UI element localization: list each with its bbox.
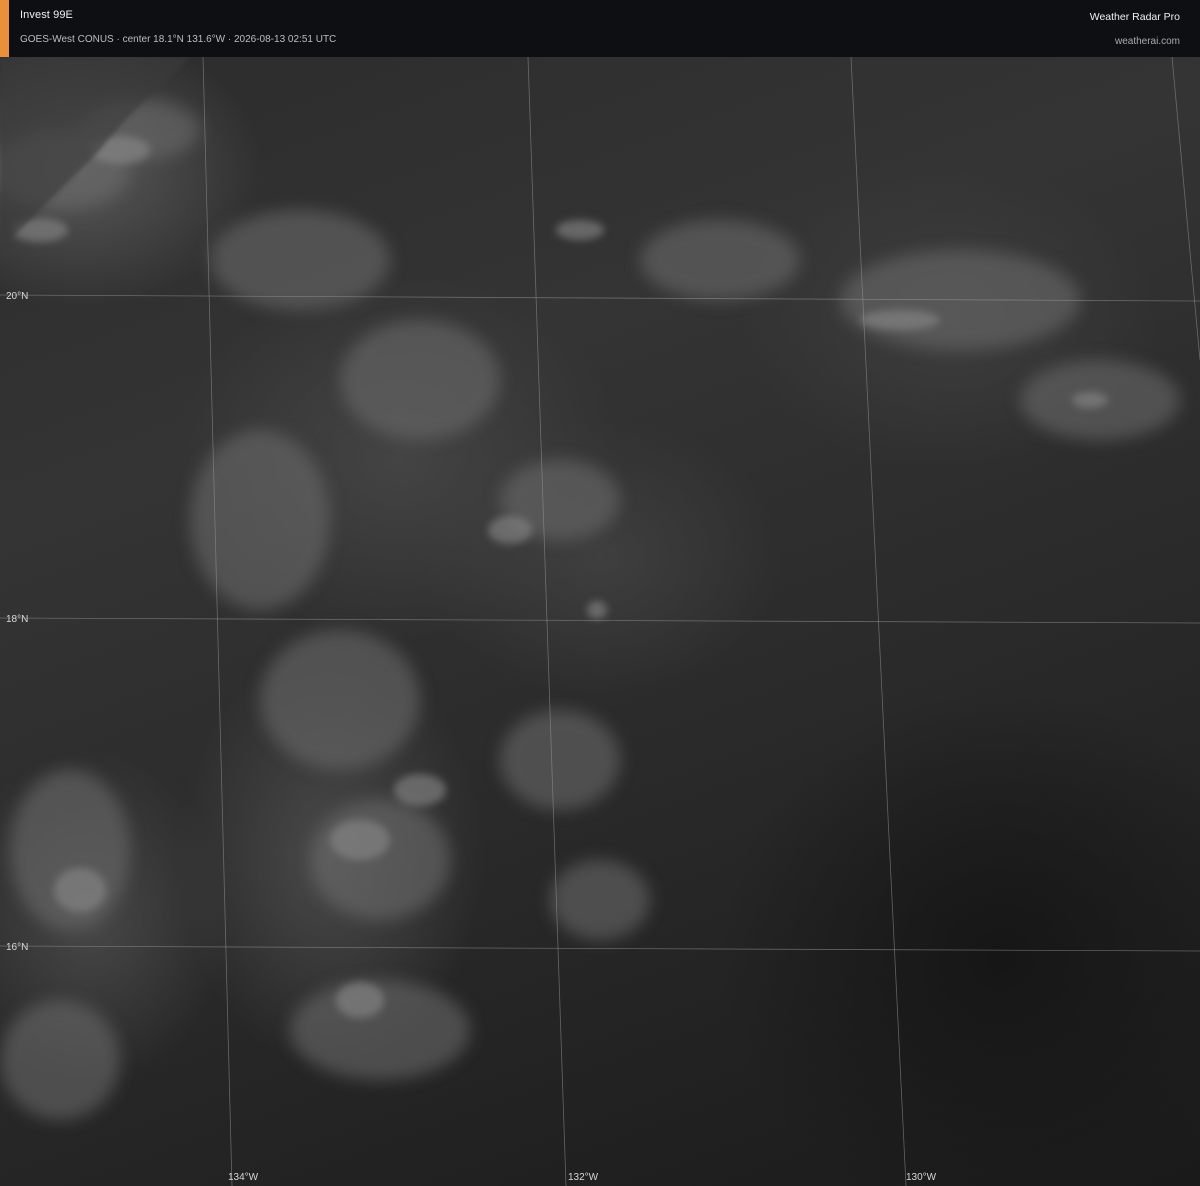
site-url-link[interactable]: weatherai.com (1115, 36, 1180, 47)
header-bar: Invest 99E GOES-West CONUS · center 18.1… (0, 0, 1200, 57)
satellite-viewer: 20°N 18°N 16°N 134°W 132°W 130°W Invest … (0, 0, 1200, 1186)
latitude-lines (0, 294, 1200, 952)
header-accent-stripe (0, 0, 9, 57)
cloud-texture (0, 57, 1180, 1120)
storm-name: Invest 99E (20, 9, 73, 21)
image-subtitle: GOES-West CONUS · center 18.1°N 131.6°W … (20, 34, 337, 45)
lon-label-132w: 132°W (568, 1172, 599, 1183)
lat-label-16n: 16°N (6, 942, 28, 953)
longitude-labels: 134°W 132°W 130°W (228, 1172, 937, 1183)
app-name: Weather Radar Pro (1089, 11, 1180, 23)
lon-label-130w: 130°W (906, 1172, 937, 1183)
lat-label-20n: 20°N (6, 291, 28, 302)
lon-label-134w: 134°W (228, 1172, 259, 1183)
map-overlay: 20°N 18°N 16°N 134°W 132°W 130°W (0, 56, 1200, 1186)
lat-label-18n: 18°N (6, 614, 28, 625)
